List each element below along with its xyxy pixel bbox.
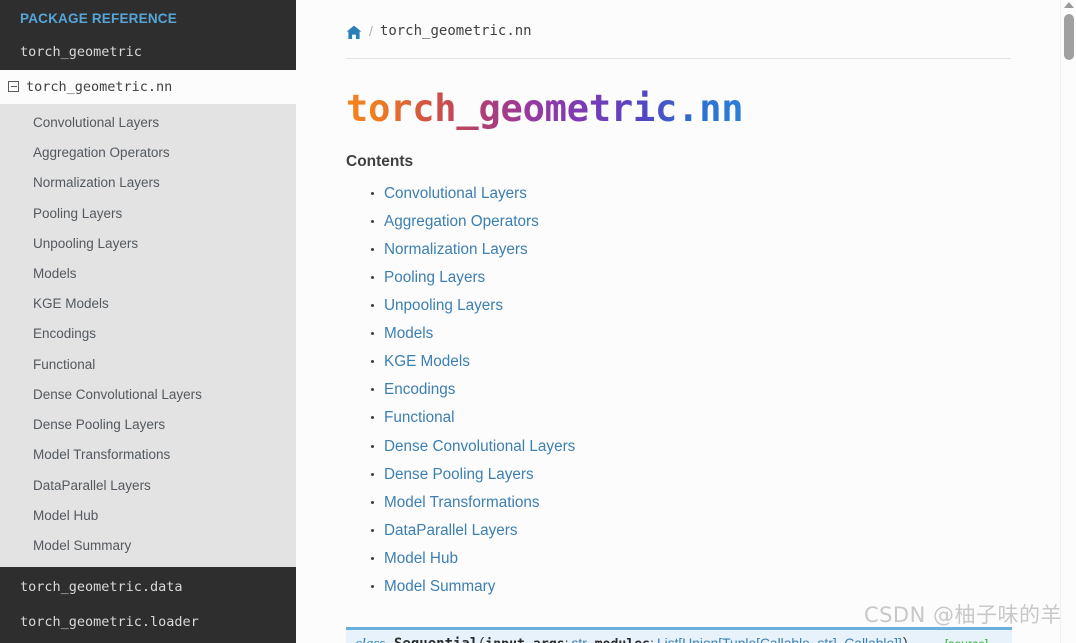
list-item: KGE Models: [371, 352, 1076, 371]
class-signature: class Sequential ( input_args : str , mo…: [346, 627, 1012, 643]
list-item: Aggregation Operators: [371, 212, 1076, 231]
contents-link-unpooling-layers[interactable]: Unpooling Layers: [384, 297, 503, 314]
sidebar-item-aggregation-operators[interactable]: Aggregation Operators: [0, 138, 296, 168]
sidebar-sublist: Convolutional Layers Aggregation Operato…: [0, 103, 296, 568]
contents-list: Convolutional Layers Aggregation Operato…: [346, 184, 1076, 597]
contents-link-models[interactable]: Models: [384, 325, 433, 342]
sidebar-item-pooling-layers[interactable]: Pooling Layers: [0, 199, 296, 229]
sidebar-bottom-list: torch_geometric.data torch_geometric.loa…: [0, 567, 296, 643]
contents-link-pooling-layers[interactable]: Pooling Layers: [384, 269, 485, 286]
signature-comma: ,: [587, 636, 591, 643]
contents-link-dense-convolutional-layers[interactable]: Dense Convolutional Layers: [384, 438, 575, 455]
list-item: Models: [371, 324, 1076, 343]
contents-link-encodings[interactable]: Encodings: [384, 381, 455, 398]
home-icon[interactable]: [346, 25, 362, 40]
contents-heading: Contents: [346, 152, 414, 170]
contents-link-aggregation-operators[interactable]: Aggregation Operators: [384, 213, 539, 230]
list-item: DataParallel Layers: [371, 521, 1076, 540]
sidebar-item-torch-geometric-nn[interactable]: torch_geometric.nn: [0, 69, 296, 104]
breadcrumb-current: torch_geometric.nn: [379, 23, 532, 39]
signature-param-modules: modules: [595, 637, 651, 643]
sidebar-item-torch-geometric-loader[interactable]: torch_geometric.loader: [0, 605, 296, 640]
sidebar-navigation: PACKAGE REFERENCE torch_geometric torch_…: [0, 0, 296, 643]
list-item: Pooling Layers: [371, 268, 1076, 287]
breadcrumb-divider: [346, 58, 1011, 59]
sidebar-item-normalization-layers[interactable]: Normalization Layers: [0, 168, 296, 198]
breadcrumb-separator: /: [369, 23, 373, 39]
list-item: Unpooling Layers: [371, 296, 1076, 315]
sidebar-current-label: torch_geometric.nn: [26, 78, 173, 95]
signature-close-paren: ): [903, 635, 908, 643]
sidebar-item-dataparallel-layers[interactable]: DataParallel Layers: [0, 471, 296, 501]
contents-link-dense-pooling-layers[interactable]: Dense Pooling Layers: [384, 466, 534, 483]
sidebar-item-convolutional-layers[interactable]: Convolutional Layers: [0, 108, 296, 138]
list-item: Model Hub: [371, 549, 1076, 568]
signature-type-str: str: [571, 636, 586, 643]
contents-link-model-summary[interactable]: Model Summary: [384, 578, 495, 595]
api-entry: class Sequential ( input_args : str , mo…: [346, 627, 1012, 643]
signature-open-paren: (: [479, 635, 484, 643]
list-item: Model Transformations: [371, 493, 1076, 512]
signature-colon-1: :: [565, 636, 569, 643]
contents-link-convolutional-layers[interactable]: Convolutional Layers: [384, 185, 527, 202]
signature-colon-2: :: [650, 636, 654, 643]
list-item: Normalization Layers: [371, 240, 1076, 259]
sidebar-item-models[interactable]: Models: [0, 259, 296, 289]
source-link[interactable]: [source]: [945, 637, 988, 643]
list-item: Dense Convolutional Layers: [371, 437, 1076, 456]
contents-link-functional[interactable]: Functional: [384, 409, 455, 426]
sidebar-item-model-transformations[interactable]: Model Transformations: [0, 440, 296, 470]
documentation-page: PACKAGE REFERENCE torch_geometric torch_…: [0, 0, 1076, 643]
contents-link-normalization-layers[interactable]: Normalization Layers: [384, 241, 528, 258]
page-title: torch_geometric.nn: [346, 87, 744, 130]
sidebar-item-model-hub[interactable]: Model Hub: [0, 501, 296, 531]
sidebar-item-dense-pooling-layers[interactable]: Dense Pooling Layers: [0, 410, 296, 440]
scrollbar-thumb[interactable]: [1064, 14, 1074, 60]
list-item: Encodings: [371, 380, 1076, 399]
list-item: Convolutional Layers: [371, 184, 1076, 203]
list-item: Dense Pooling Layers: [371, 465, 1076, 484]
sidebar-item-dense-convolutional-layers[interactable]: Dense Convolutional Layers: [0, 380, 296, 410]
sidebar-item-torch-geometric-data[interactable]: torch_geometric.data: [0, 570, 296, 605]
sidebar-caption: PACKAGE REFERENCE: [20, 11, 177, 26]
main-content: / torch_geometric.nn torch_geometric.nn …: [296, 0, 1076, 643]
list-item: Model Summary: [371, 577, 1076, 596]
breadcrumb: / torch_geometric.nn: [346, 0, 1076, 39]
sidebar-item-kge-models[interactable]: KGE Models: [0, 289, 296, 319]
contents-link-model-hub[interactable]: Model Hub: [384, 550, 458, 567]
scroll-up-arrow-icon[interactable]: [1063, 2, 1074, 8]
sidebar-item-model-summary[interactable]: Model Summary: [0, 531, 296, 561]
sidebar-item-encodings[interactable]: Encodings: [0, 319, 296, 349]
signature-class-name: Sequential: [394, 636, 478, 643]
signature-keyword: class: [355, 636, 385, 643]
sidebar-item-functional[interactable]: Functional: [0, 350, 296, 380]
signature-type-list: List[Union[Tuple[Callable, str], Callabl…: [657, 636, 902, 643]
signature-param-input-args: input_args: [485, 637, 564, 643]
contents-link-kge-models[interactable]: KGE Models: [384, 353, 470, 370]
contents-link-dataparallel-layers[interactable]: DataParallel Layers: [384, 522, 518, 539]
collapse-box-icon[interactable]: [8, 81, 19, 93]
sidebar-item-torch-geometric[interactable]: torch_geometric: [0, 35, 296, 70]
contents-link-model-transformations[interactable]: Model Transformations: [384, 494, 540, 511]
list-item: Functional: [371, 408, 1076, 427]
vertical-scrollbar[interactable]: [1060, 0, 1076, 643]
sidebar-item-unpooling-layers[interactable]: Unpooling Layers: [0, 229, 296, 259]
